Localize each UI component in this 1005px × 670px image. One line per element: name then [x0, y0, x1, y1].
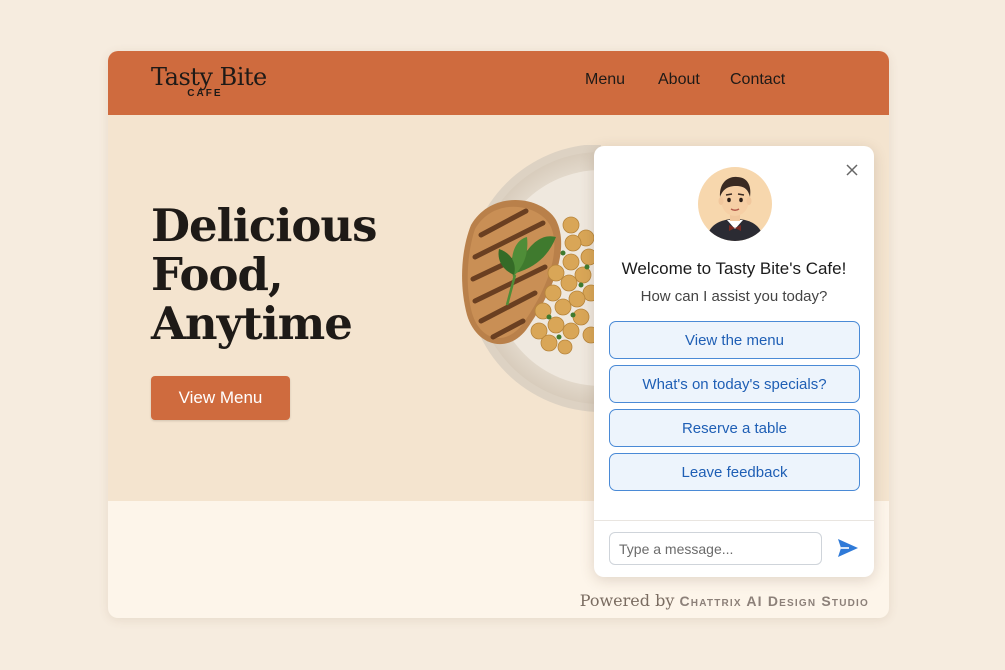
close-icon[interactable]	[844, 162, 860, 178]
plate-of-grilled-chicken-and-chickpeas-icon	[462, 145, 601, 412]
powered-by: Powered by Chattrix AI Design Studio	[580, 591, 869, 610]
hero-title-line-2: Food,	[151, 248, 284, 301]
waiter-avatar-icon	[698, 167, 772, 241]
option-view-menu[interactable]: View the menu	[609, 321, 860, 359]
brand-logo[interactable]: Tasty Bite CAFE	[151, 62, 267, 99]
powered-by-label: Powered by	[579, 591, 675, 610]
option-todays-specials[interactable]: What's on today's specials?	[609, 365, 860, 403]
site-header: Tasty Bite CAFE Menu About Contact	[108, 51, 889, 115]
chat-divider	[594, 520, 874, 521]
hero-title-line-1: Delicious	[151, 199, 377, 252]
option-leave-feedback[interactable]: Leave feedback	[609, 453, 860, 491]
message-input[interactable]	[609, 532, 822, 565]
chat-subtitle: How can I assist you today?	[640, 288, 828, 305]
send-icon[interactable]	[837, 538, 859, 558]
nav-link-menu[interactable]: Menu	[585, 71, 625, 89]
hero-title: Delicious Food, Anytime	[151, 201, 451, 348]
view-menu-button[interactable]: View Menu	[151, 376, 290, 420]
nav-link-about[interactable]: About	[658, 71, 700, 89]
hero-title-line-3: Anytime	[151, 297, 353, 350]
powered-by-brand[interactable]: Chattrix AI Design Studio	[679, 593, 869, 609]
chat-welcome-title: Welcome to Tasty Bite's Cafe!	[621, 259, 847, 278]
option-reserve-table[interactable]: Reserve a table	[609, 409, 860, 447]
chat-widget: Welcome to Tasty Bite's Cafe! How can I …	[594, 146, 874, 577]
nav-link-contact[interactable]: Contact	[730, 71, 785, 89]
